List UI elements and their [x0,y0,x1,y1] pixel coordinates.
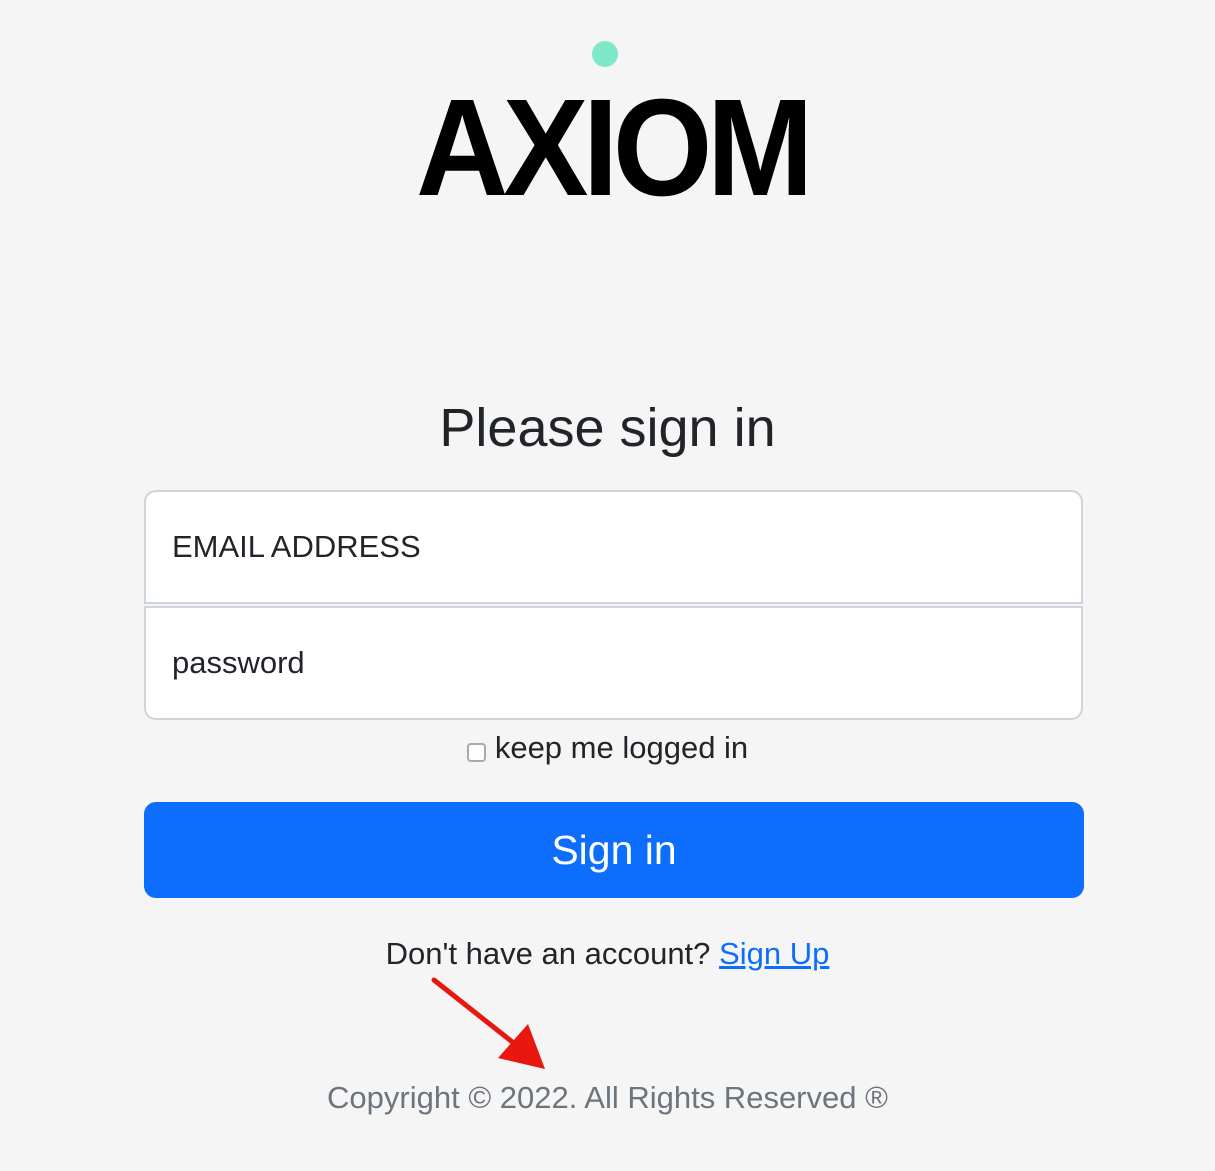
signup-prompt: Don't have an account? [385,936,711,971]
remember-me-label[interactable]: keep me logged in [495,730,748,765]
signup-prompt-row: Don't have an account? Sign Up [0,932,1215,976]
red-arrow-icon [431,977,545,1069]
sign-up-link[interactable]: Sign Up [719,936,829,971]
email-field[interactable] [144,490,1083,604]
remember-me-row: keep me logged in [0,726,1215,770]
logo-dot-icon [592,41,618,67]
logo-wordmark: AXIOM [416,71,808,203]
page-title: Please sign in [439,398,776,458]
remember-me-checkbox[interactable] [466,743,486,762]
password-field[interactable] [144,606,1083,720]
sign-in-button[interactable]: Sign in [144,802,1084,898]
copyright-text: Copyright © 2022. All Rights Reserved ® [327,1080,888,1115]
brand-logo: AXIOM [410,38,815,203]
